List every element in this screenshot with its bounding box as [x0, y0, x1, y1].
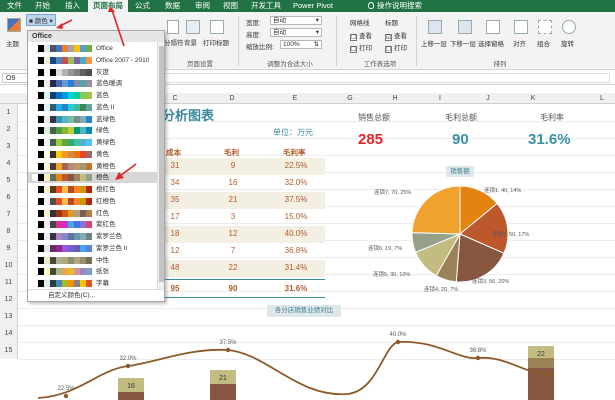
arrowhead	[56, 23, 63, 29]
arrow-to-orange	[119, 163, 137, 177]
annotation-arrows	[56, 6, 137, 180]
excel-window: 文件 开始 插入 页面布局 公式 数据 审阅 视图 开发工具 Power Piv…	[0, 0, 615, 400]
arrowhead	[108, 6, 115, 12]
arrow-to-tab	[111, 9, 125, 47]
